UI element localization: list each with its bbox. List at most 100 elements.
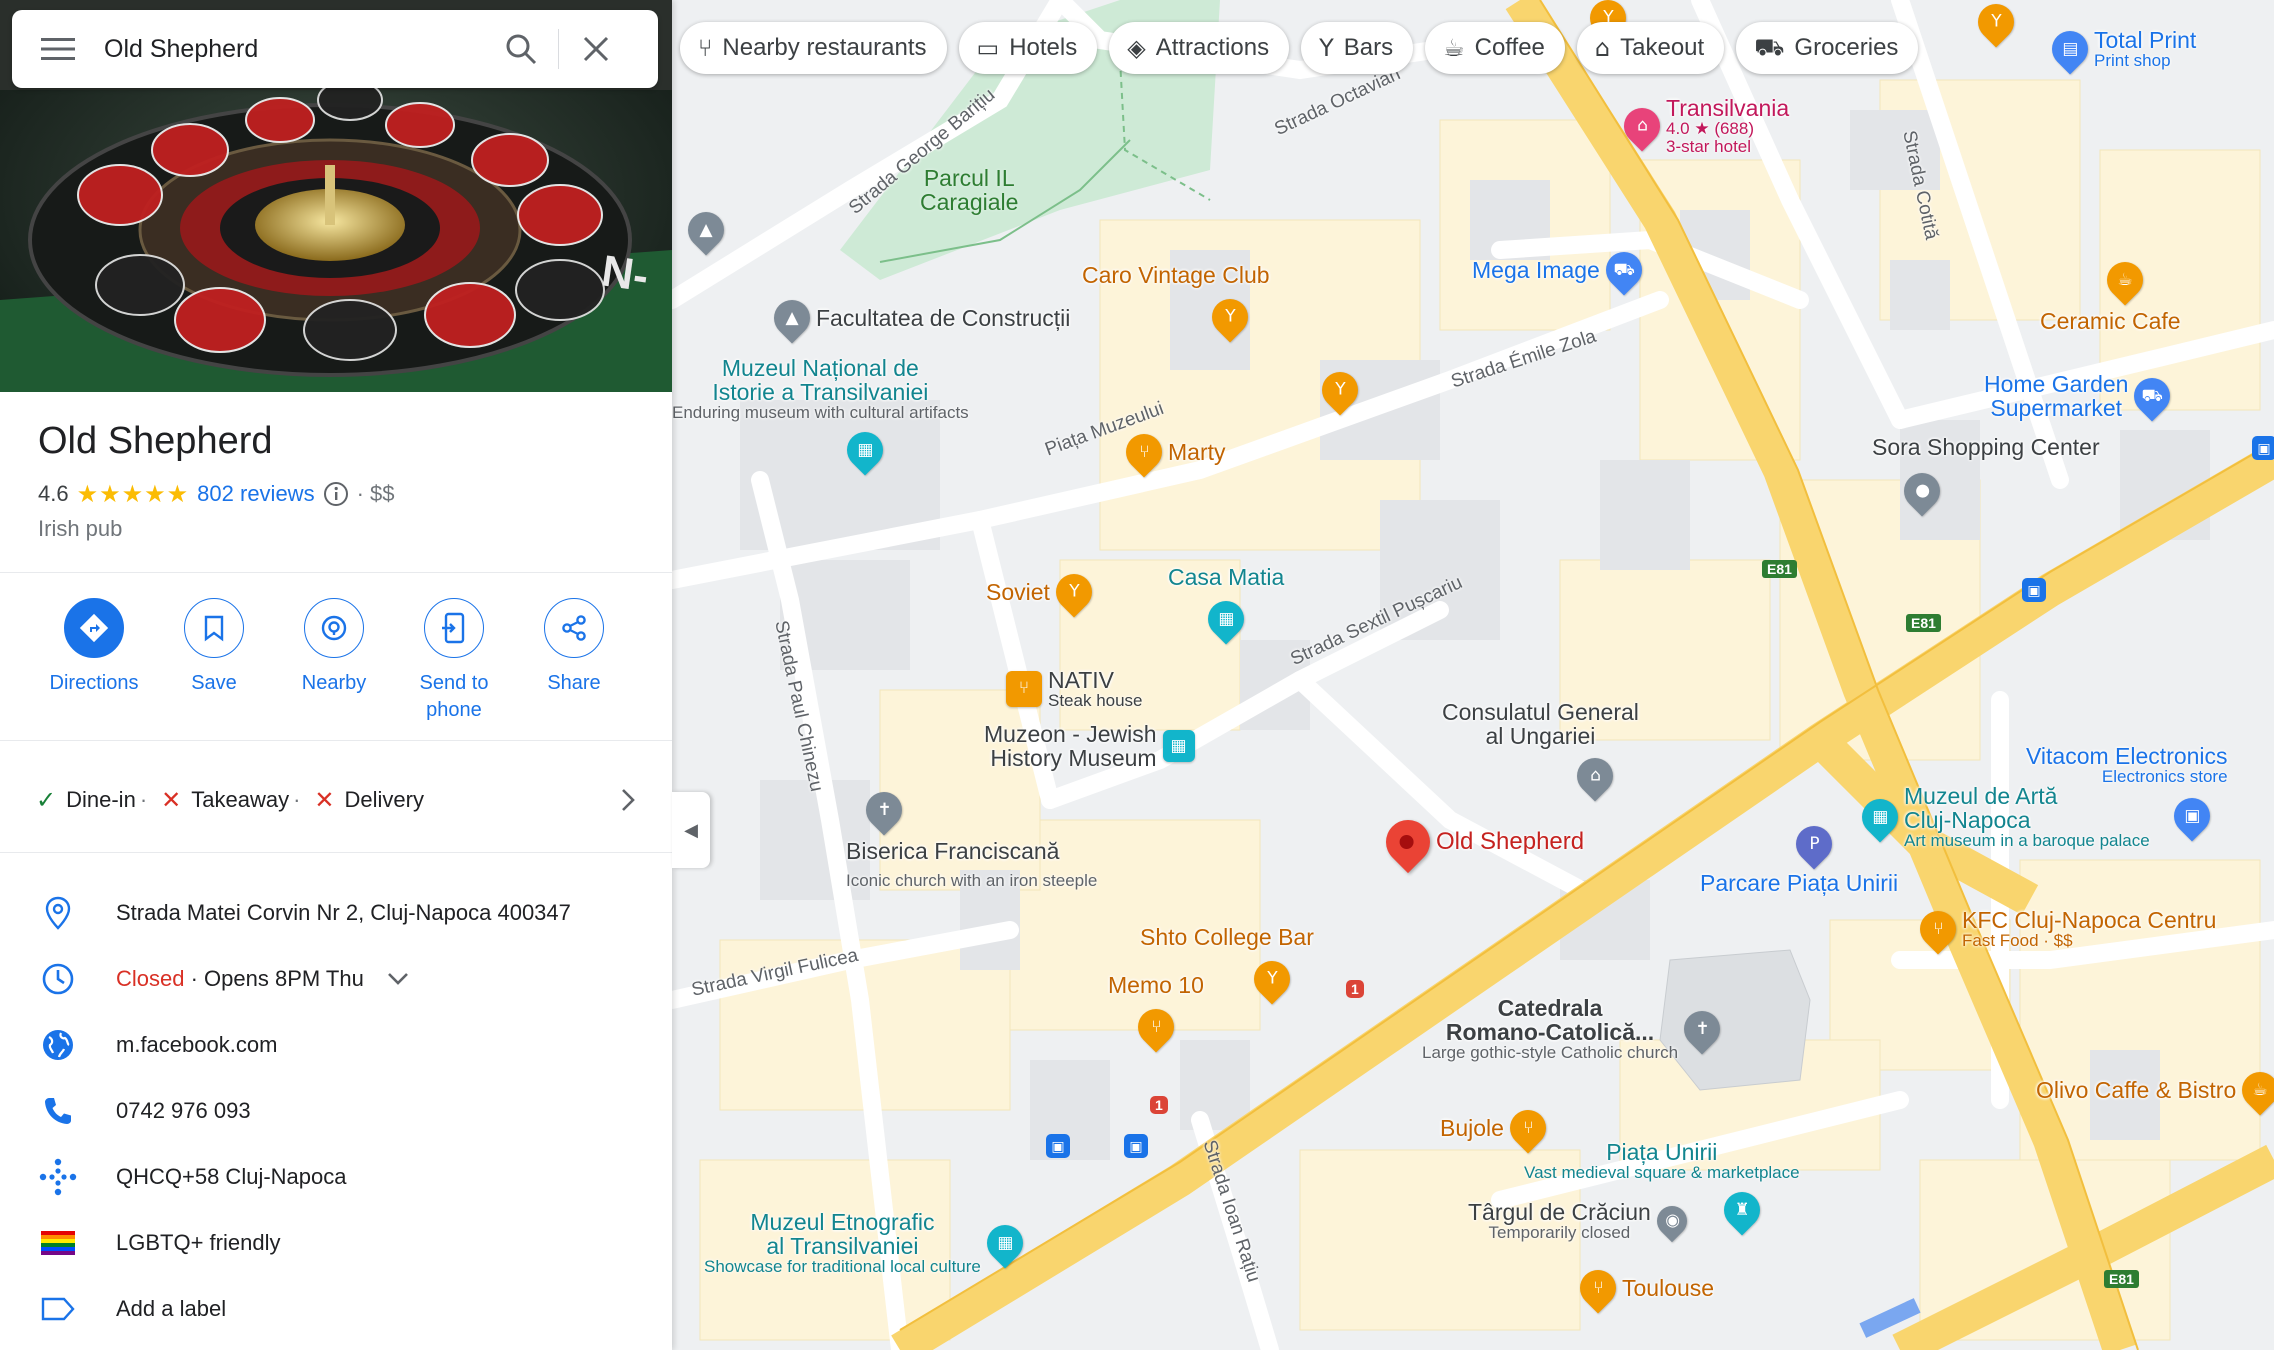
hotel-icon: ⌂: [1616, 100, 1668, 152]
nearby-button[interactable]: Nearby: [274, 598, 394, 724]
school-icon: ▲: [766, 292, 818, 344]
divider: [0, 852, 672, 853]
bus-stop-icon[interactable]: ▣: [1046, 1134, 1070, 1158]
poi-targul[interactable]: Târgul de Crăciun Temporarily closed ◉: [1468, 1199, 1694, 1243]
poi-olivo[interactable]: Olivo Caffe & Bistro ☕: [2036, 1064, 2274, 1116]
directions-button[interactable]: Directions: [34, 598, 154, 724]
chip-label: Coffee: [1474, 34, 1545, 61]
poi-soviet[interactable]: Soviet Y: [986, 566, 1100, 618]
poi-school-unnamed[interactable]: ▲: [680, 204, 732, 256]
poi-muzeul-etnografic[interactable]: Muzeul Etnografic al Transilvaniei Showc…: [704, 1210, 1031, 1276]
church-icon: ✝: [858, 784, 910, 836]
poi-parcare-label[interactable]: Parcare Piața Unirii: [1700, 870, 1898, 897]
poi-sublabel: Art museum in a baroque palace: [1904, 831, 2150, 851]
park-label-line2: Caragiale: [920, 189, 1019, 216]
bus-stop-icon[interactable]: ▣: [1124, 1134, 1148, 1158]
consulate-icon: ⌂: [1569, 750, 1621, 802]
collapse-panel-button[interactable]: ◀: [672, 792, 710, 868]
clear-search-button[interactable]: [559, 10, 633, 88]
place-category[interactable]: Irish pub: [38, 516, 122, 542]
poi-transilvania-hotel[interactable]: ⌂ Transilvania 4.0 ★ (688) 3-star hotel: [1616, 96, 1789, 156]
close-icon: [583, 36, 609, 62]
reviews-link[interactable]: 802 reviews: [197, 481, 314, 507]
bar-icon: Y: [1319, 34, 1334, 62]
share-button[interactable]: Share: [514, 598, 634, 724]
phone-row[interactable]: 0742 976 093: [0, 1078, 672, 1144]
search-button[interactable]: [484, 10, 558, 88]
poi-mega-image[interactable]: Mega Image ⛟: [1472, 244, 1650, 296]
poi-label: NATIV: [1048, 667, 1115, 693]
poi-muzeul-arta[interactable]: ▦ Muzeul de Artă Cluj-Napoca Art museum …: [1854, 784, 2150, 851]
poi-label: Mega Image: [1472, 256, 1600, 283]
coffee-icon: ☕: [2099, 254, 2151, 306]
poi-bar-unnamed[interactable]: Y: [1314, 364, 1366, 416]
chip-hotels[interactable]: ▭ Hotels: [958, 22, 1098, 74]
place-marker-icon: [1376, 810, 1440, 874]
chevron-down-icon[interactable]: [386, 971, 410, 987]
chip-nearby-restaurants[interactable]: ⑂ Nearby restaurants: [680, 22, 947, 74]
restaurant-icon: ⑂: [1006, 670, 1042, 707]
poi-label: Toulouse: [1622, 1274, 1715, 1301]
chip-takeout[interactable]: ⌂ Takeout: [1576, 22, 1725, 74]
bus-stop-icon[interactable]: ▣: [2252, 436, 2274, 460]
share-icon: [562, 615, 586, 641]
poi-biserica-franciscana[interactable]: ✝ Biserica Franciscană Iconic church wit…: [846, 784, 1097, 891]
poi-vitacom[interactable]: Vitacom Electronics Electronics store: [2026, 744, 2228, 786]
poi-consulat[interactable]: Consulatul General al Ungariei ⌂: [1442, 700, 1639, 802]
park-label[interactable]: Parcul IL Caragiale: [920, 166, 1018, 214]
service-options-row[interactable]: ✓ Dine-in · ✕ Takeaway · ✕ Delivery: [36, 786, 636, 814]
poi-sublabel: Vast medieval square & marketplace: [1524, 1163, 1800, 1183]
hours-row[interactable]: Closed · Opens 8PM Thu: [0, 946, 672, 1012]
poi-label: Vitacom Electronics: [2026, 743, 2228, 769]
divider: [0, 572, 672, 573]
poi-label: Catedrala: [1497, 995, 1603, 1021]
poi-caro-vintage-club[interactable]: Caro Vintage Club Y: [1082, 262, 1270, 343]
poi-total-print[interactable]: ▤ Total Print Print shop: [2044, 23, 2197, 75]
school-icon: ▲: [680, 204, 732, 256]
poi-muzeon[interactable]: Muzeon - Jewish History Museum ▦: [984, 722, 1195, 770]
save-button[interactable]: Save: [154, 598, 274, 724]
poi-catedrala[interactable]: Catedrala Romano-Catolică... Large gothi…: [1422, 995, 1728, 1062]
rainbow-flag-icon: [41, 1231, 75, 1255]
selected-place-pin[interactable]: Old Shepherd: [1376, 810, 1585, 874]
address-row[interactable]: Strada Matei Corvin Nr 2, Cluj-Napoca 40…: [0, 880, 672, 946]
bus-stop-icon[interactable]: ▣: [2022, 578, 2046, 602]
poi-label-line2: Istorie a Transilvaniei: [712, 379, 929, 406]
restaurant-icon: ⑂: [698, 34, 713, 62]
search-input[interactable]: [104, 34, 484, 64]
send-to-phone-button[interactable]: Send to phone: [394, 598, 514, 724]
poi-bar-top-right[interactable]: Y: [1970, 0, 2022, 48]
add-label-row[interactable]: Add a label: [0, 1276, 672, 1342]
place-details-panel: N- Old Shepherd Old Shepherd 4.6 ★★★★★ 8…: [0, 0, 672, 1350]
plus-code-row[interactable]: QHCQ+58 Cluj-Napoca: [0, 1144, 672, 1210]
info-icon[interactable]: [323, 481, 349, 507]
poi-muzeul-national[interactable]: Muzeul Național de Istorie a Transilvani…: [672, 356, 969, 476]
search-icon: [506, 34, 537, 65]
poi-nativ[interactable]: ⑂ NATIV Steak house: [1006, 668, 1143, 710]
website-row[interactable]: m.facebook.com: [0, 1012, 672, 1078]
chip-label: Takeout: [1620, 34, 1705, 61]
menu-button[interactable]: [12, 37, 104, 61]
chip-groceries[interactable]: ⛟ Groceries: [1736, 22, 1919, 74]
poi-label: Total Print: [2094, 27, 2197, 53]
poi-toulouse[interactable]: ⑂ Toulouse: [1572, 1262, 1715, 1314]
poi-marty[interactable]: ⑂ Marty: [1118, 426, 1226, 478]
cocktail-icon: Y: [1048, 566, 1100, 618]
hamburger-menu-icon: [41, 38, 75, 60]
poi-home-garden[interactable]: Home Garden Supermarket ⛟: [1984, 370, 2178, 422]
poi-vitacom-pin[interactable]: ▣: [2166, 790, 2218, 842]
poi-kfc[interactable]: ⑂ KFC Cluj-Napoca Centru Fast Food · $$: [1912, 903, 2216, 955]
poi-facultatea[interactable]: ▲ Facultatea de Construcții: [766, 292, 1070, 344]
selected-place-label: Old Shepherd: [1436, 828, 1585, 855]
chip-bars[interactable]: Y Bars: [1301, 22, 1414, 74]
poi-casa-matia[interactable]: Casa Matia ▦: [1168, 564, 1285, 645]
poi-label: Casa Matia: [1168, 564, 1285, 590]
lgbtq-row[interactable]: LGBTQ+ friendly: [0, 1210, 672, 1276]
chip-attractions[interactable]: ◈ Attractions: [1109, 22, 1290, 74]
place-photo[interactable]: N-: [0, 0, 672, 392]
poi-ceramic-cafe[interactable]: ☕ Ceramic Cafe: [2040, 254, 2181, 335]
poi-memo-10[interactable]: Memo 10 ⑂: [1108, 972, 1204, 1053]
poi-parcare[interactable]: P: [1788, 818, 1840, 870]
chip-coffee[interactable]: ☕ Coffee: [1425, 22, 1565, 74]
poi-sora-shopping[interactable]: Sora Shopping Center ●: [1872, 434, 2100, 517]
